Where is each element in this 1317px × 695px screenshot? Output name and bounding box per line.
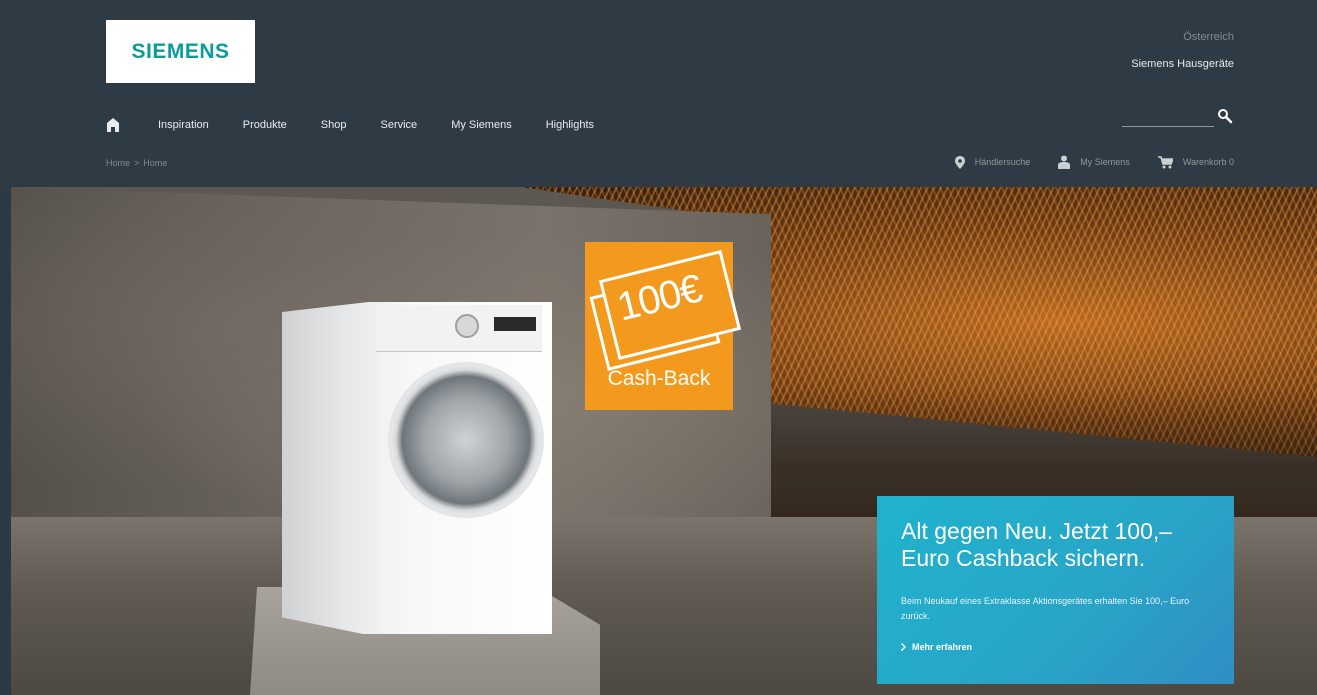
main-nav: Inspiration Produkte Shop Service My Sie… bbox=[106, 115, 628, 135]
utility-nav: Händlersuche My Siemens Warenkorb 0 bbox=[927, 155, 1234, 169]
breadcrumb-current: Home bbox=[143, 158, 168, 168]
promo-text: Beim Neukauf eines Extraklasse Aktionsge… bbox=[901, 596, 1190, 621]
cart-link[interactable]: Warenkorb 0 bbox=[1157, 155, 1234, 169]
site-header: SIEMENS Österreich Siemens Hausgeräte In… bbox=[0, 0, 1317, 187]
nav-item-shop[interactable]: Shop bbox=[321, 119, 347, 131]
nav-item-inspiration[interactable]: Inspiration bbox=[158, 119, 209, 131]
siemens-logo[interactable]: SIEMENS bbox=[106, 20, 255, 83]
location-pin-icon bbox=[954, 155, 965, 169]
user-icon bbox=[1058, 155, 1071, 169]
search-box bbox=[1122, 108, 1233, 130]
promo-link-label: Mehr erfahren bbox=[912, 642, 973, 652]
dealer-search-link[interactable]: Händlersuche bbox=[954, 155, 1031, 169]
my-siemens-label: My Siemens bbox=[1080, 157, 1130, 167]
dealer-search-label: Händlersuche bbox=[974, 157, 1031, 167]
home-icon[interactable] bbox=[106, 117, 120, 133]
country-selector[interactable]: Österreich bbox=[1183, 31, 1234, 43]
logo-text: SIEMENS bbox=[131, 39, 230, 63]
chevron-right-icon bbox=[901, 643, 906, 651]
washer-display bbox=[494, 317, 536, 331]
washer-door bbox=[388, 362, 544, 518]
breadcrumb: Home > Home bbox=[106, 158, 167, 168]
nav-item-service[interactable]: Service bbox=[381, 119, 418, 131]
search-input[interactable] bbox=[1122, 108, 1214, 127]
promo-box: Alt gegen Neu. Jetzt 100,– Euro Cashback… bbox=[877, 496, 1234, 684]
search-icon[interactable] bbox=[1217, 108, 1233, 124]
nav-item-my-siemens[interactable]: My Siemens bbox=[451, 119, 512, 131]
hero-banner[interactable]: 100€ Cash-Back Alt gegen Neu. Jetzt 100,… bbox=[0, 187, 1317, 695]
nav-item-produkte[interactable]: Produkte bbox=[243, 119, 287, 131]
cart-icon bbox=[1157, 155, 1173, 168]
promo-title: Alt gegen Neu. Jetzt 100,– Euro Cashback… bbox=[901, 518, 1173, 571]
brand-link[interactable]: Siemens Hausgeräte bbox=[1131, 58, 1234, 70]
hero-left-edge bbox=[0, 187, 11, 695]
my-siemens-link[interactable]: My Siemens bbox=[1058, 155, 1130, 169]
cashback-label: Cash-Back bbox=[607, 367, 711, 390]
washer-knob bbox=[455, 314, 479, 338]
nav-item-highlights[interactable]: Highlights bbox=[546, 119, 594, 131]
promo-link[interactable]: Mehr erfahren bbox=[901, 642, 972, 652]
cart-label: Warenkorb 0 bbox=[1182, 157, 1234, 167]
breadcrumb-home[interactable]: Home bbox=[106, 158, 130, 168]
breadcrumb-separator: > bbox=[134, 158, 140, 168]
cashback-sign: 100€ Cash-Back bbox=[585, 242, 742, 410]
